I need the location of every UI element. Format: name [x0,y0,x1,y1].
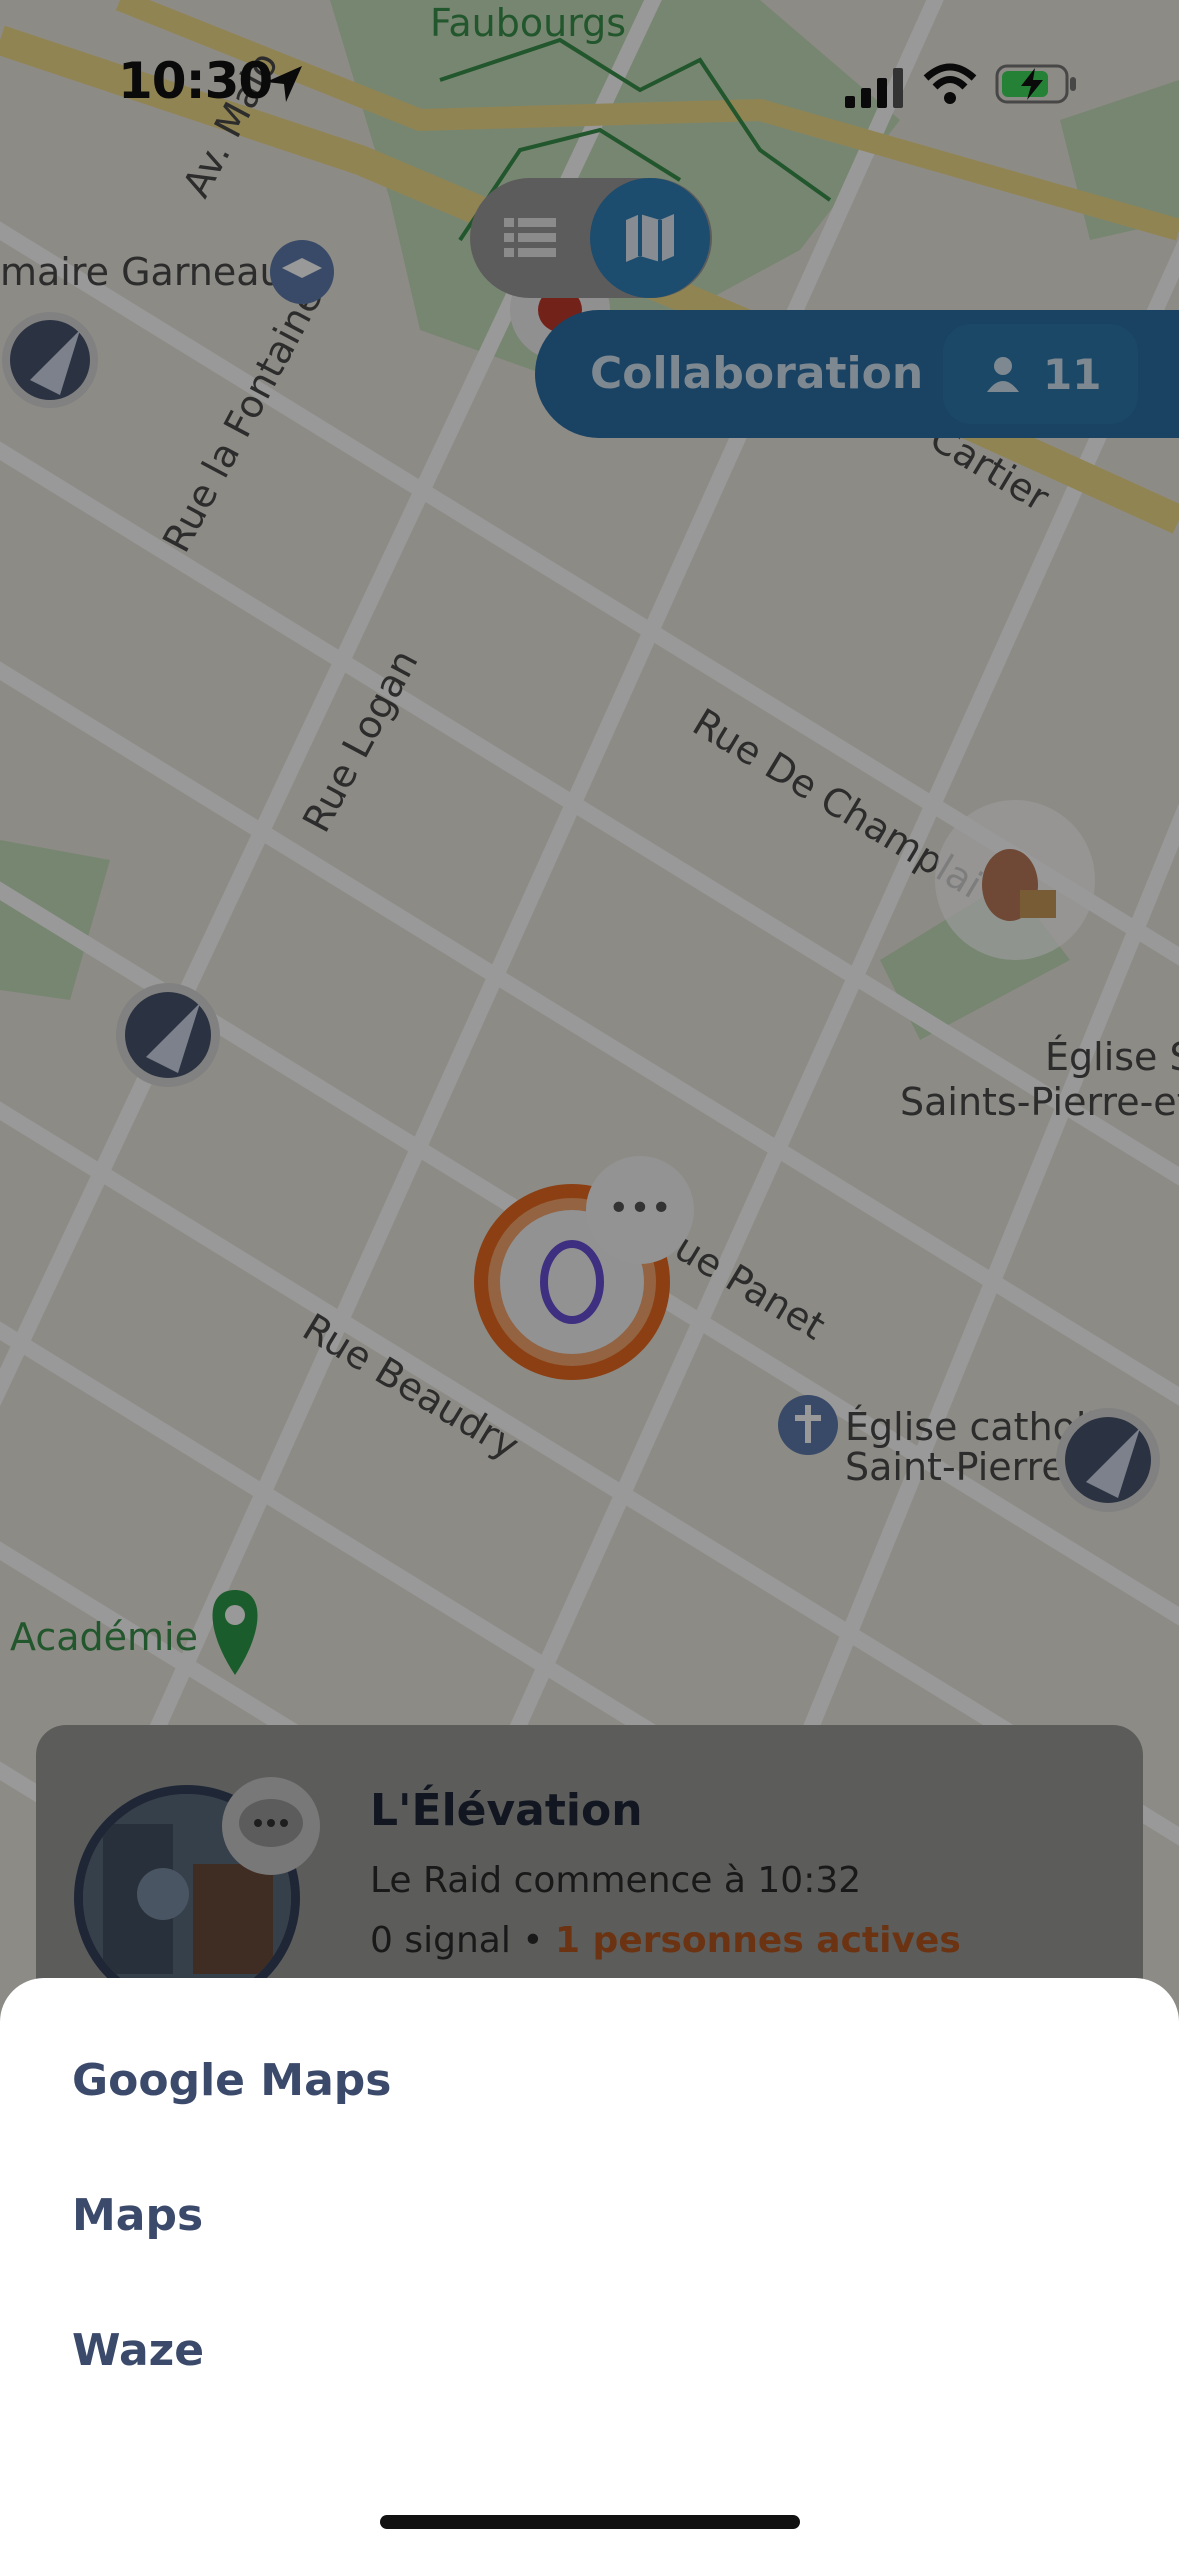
person-icon [987,357,1019,392]
list-icon[interactable] [500,208,560,268]
home-indicator [380,2515,800,2529]
wifi-icon [923,63,977,104]
pokemon-marker-icon[interactable] [935,800,1095,960]
university-pin-icon [270,240,334,304]
church-pin-icon [778,1395,838,1455]
collaboration-label: Collaboration [590,348,924,399]
option-google-maps[interactable]: Google Maps [72,2055,391,2106]
navigation-app-sheet: Google Maps Maps Waze [0,1978,1179,2556]
map-view-button[interactable] [590,178,710,298]
collaboration-count-badge: 11 [943,324,1138,424]
map-label-garneau: maire Garneau [0,250,284,294]
pokestop-icon[interactable] [116,983,220,1087]
map-label-saint-pierre: Saint-Pierre [845,1445,1065,1489]
battery-charging-icon [995,64,1076,104]
cellular-signal-icon [845,68,903,108]
option-waze[interactable]: Waze [72,2325,204,2376]
svg-text:•••: ••• [608,1188,672,1229]
meta-separator: • [510,1920,555,1961]
map-label-saints-pierre: Saints-Pierre-et [900,1080,1179,1124]
map-label-academie: Académie [10,1615,198,1659]
status-time: 10:30 [118,52,273,110]
collaboration-count: 11 [1043,350,1102,399]
pokestop-icon[interactable] [2,312,98,408]
collaboration-button[interactable]: Collaboration 11 [535,310,1179,438]
status-bar: 10:30 [0,0,1179,170]
chat-bubble-icon [222,1777,320,1875]
map-label-eglise-s: Église S [1045,1035,1179,1079]
pokestop-icon[interactable] [1056,1408,1160,1512]
map-icon [626,214,674,262]
view-toggle [470,178,712,298]
ellipsis-icon [239,1799,303,1847]
raid-signal-count: 0 signal [370,1920,511,1961]
raid-meta: 0 signal • 1 personnes actives [370,1920,961,1961]
option-maps[interactable]: Maps [72,2190,203,2241]
location-arrow-icon [266,66,302,102]
raid-title: L'Élévation [370,1785,643,1836]
raid-active-count: 1 personnes actives [554,1920,961,1961]
raid-start-time: Le Raid commence à 10:32 [370,1860,862,1901]
